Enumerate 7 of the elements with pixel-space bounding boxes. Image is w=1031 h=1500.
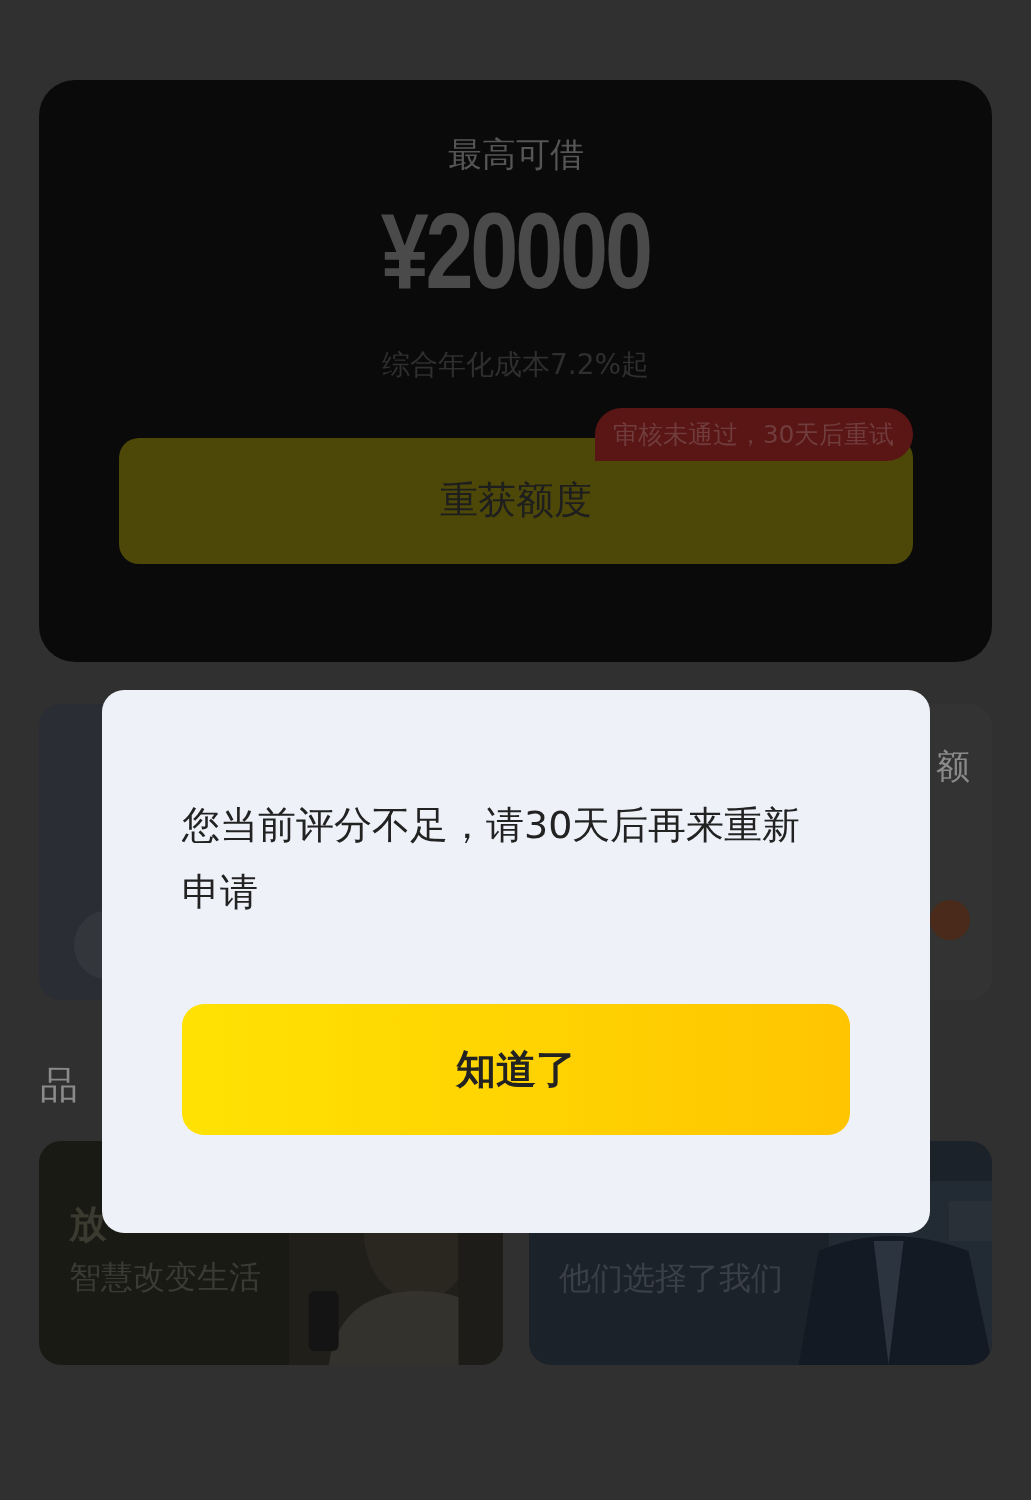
credit-amount: ¥20000	[380, 189, 651, 313]
credit-label: 最高可借	[447, 133, 584, 176]
feature-title: 额	[936, 745, 970, 788]
confirm-button[interactable]: 知道了	[182, 1004, 850, 1135]
dialog-message: 您当前评分不足，请30天后再来重新申请	[182, 802, 802, 916]
section-title: 品	[40, 1062, 78, 1109]
dot-icon	[930, 900, 970, 940]
